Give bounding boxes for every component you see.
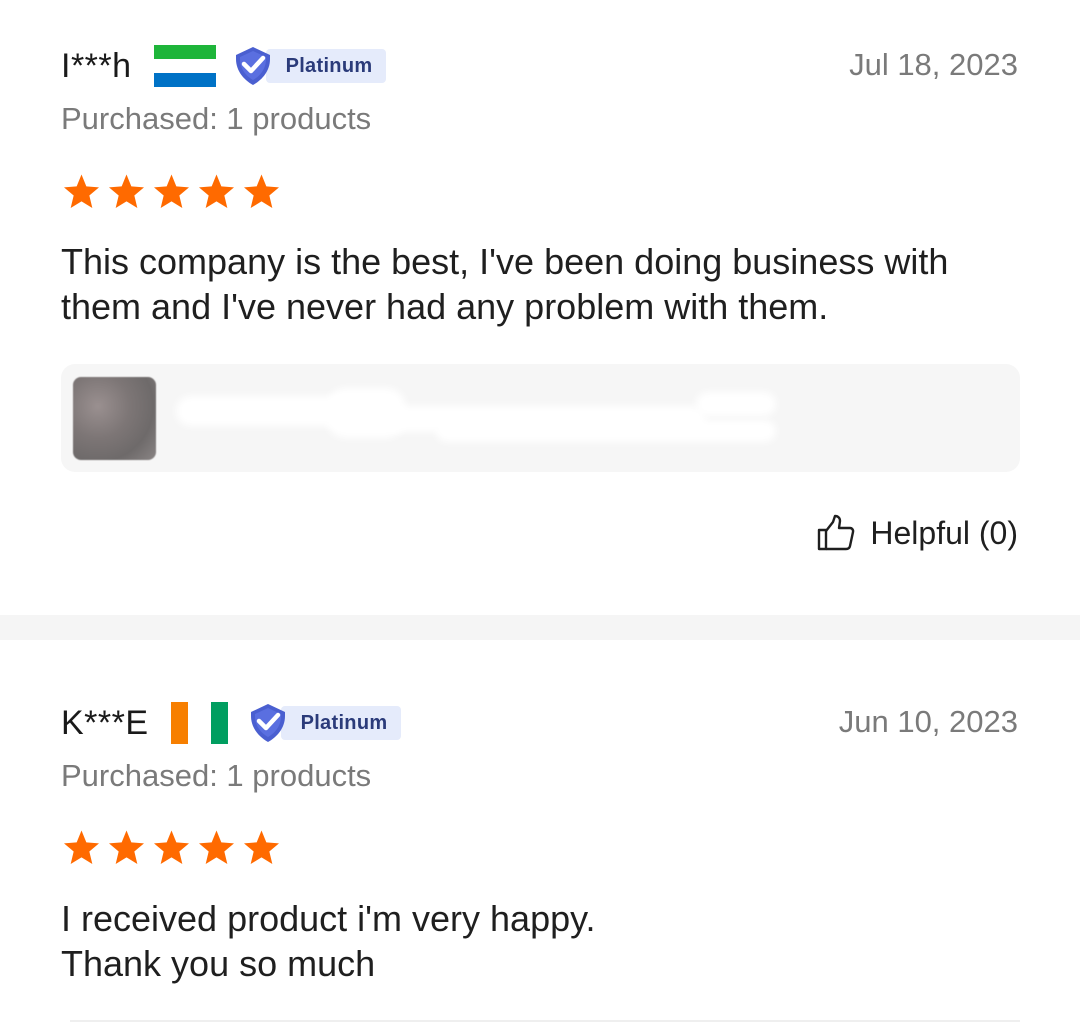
product-title-redacted: [176, 386, 786, 450]
review-card: I***h Platinum Jul 18, 2023 Purchased: 1…: [0, 0, 1080, 615]
star-rating: [61, 828, 282, 868]
star-icon: [109, 830, 144, 864]
verified-shield-icon: [235, 47, 270, 85]
review-header: I***h Platinum: [61, 41, 387, 91]
thumbs-up-icon: [818, 514, 855, 551]
star-icon: [199, 830, 234, 864]
purchased-product-link[interactable]: [61, 364, 1020, 472]
verified-shield-icon: [250, 704, 285, 742]
review-text-line: I received product i'm very happy.: [61, 898, 596, 939]
badge-label: Platinum: [280, 706, 402, 740]
badge-label: Platinum: [265, 49, 387, 83]
star-icon: [154, 174, 189, 208]
review-text: This company is the best, I've been doin…: [61, 241, 949, 327]
review-header: K***E Platinum: [61, 698, 402, 748]
star-rating: [61, 172, 282, 212]
star-icon: [244, 830, 279, 864]
review-date: Jul 18, 2023: [849, 47, 1018, 82]
review-text-line: Thank you so much: [61, 943, 376, 984]
review-card: K***E Platinum Jun 10, 2023 Purchased: 1…: [0, 640, 1080, 1022]
purchased-count: Purchased: 1 products: [61, 101, 372, 136]
star-icon: [244, 174, 279, 208]
star-icon: [64, 174, 99, 208]
platinum-badge: Platinum: [230, 47, 387, 85]
product-thumbnail: [73, 377, 156, 460]
star-icon: [109, 174, 144, 208]
review-date: Jun 10, 2023: [838, 704, 1018, 739]
helpful-button[interactable]: Helpful (0): [816, 508, 1018, 558]
section-divider: [0, 615, 1080, 640]
purchased-count: Purchased: 1 products: [61, 758, 372, 793]
reviewer-name: I***h: [61, 47, 132, 85]
star-icon: [199, 174, 234, 208]
review-text: I received product i'm very happy. Thank…: [61, 896, 1031, 986]
sierra-leone-flag-icon: [153, 45, 216, 87]
star-icon: [64, 830, 99, 864]
ivory-coast-flag-icon: [170, 702, 231, 744]
platinum-badge: Platinum: [245, 704, 402, 742]
helpful-label: Helpful (0): [870, 514, 1018, 551]
reviewer-name: K***E: [61, 704, 149, 742]
star-icon: [154, 830, 189, 864]
